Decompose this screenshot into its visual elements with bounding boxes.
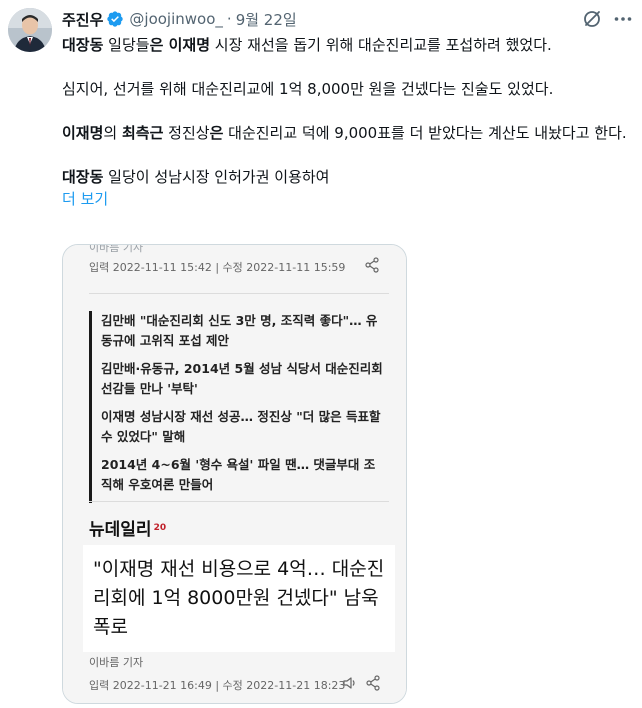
text-bold: 대장동 [62,36,104,54]
article-screenshot: 이바름 기자 입력 2022-11-11 15:42 | 수정 2022-11-… [63,244,406,703]
related-article-item[interactable]: 김만배·유동규, 2014년 5월 성남 식당서 대순진리회 선감들 만나 '부… [101,359,385,399]
tweet-media-image[interactable]: 이바름 기자 입력 2022-11-11 15:42 | 수정 2022-11-… [62,244,407,704]
reporter-bottom: 이바름 기자 [89,656,144,669]
logo-badge: 20 [153,522,167,533]
tweet-paragraph-3: 이재명의 최측근 정진상은 대순진리교 덕에 9,000표를 더 받았다는 계산… [62,122,634,144]
article-headline: "이재명 재선 비용으로 4억… 대순진리회에 1억 8000만원 건넸다" 남… [93,558,385,638]
reporter-top: 이바름 기자 [89,244,144,254]
text-span: 정진상 [163,124,210,142]
text-span: 의 [103,124,122,142]
tweet-date[interactable]: 9월 22일 [236,9,297,30]
related-article-item[interactable]: 2014년 4~6월 '형수 욕설' 파일 땐… 댓글부대 조직해 우호여론 만… [101,455,385,495]
speaker-icon [342,675,358,691]
text-span: 일당들 [103,36,150,54]
related-article-item[interactable]: 이재명 성남시장 재선 성공… 정진상 "더 많은 득표할 수 있었다" 말해 [101,407,385,447]
article-headline-box: "이재명 재선 비용으로 4억… 대순진리회에 1억 8000만원 건넸다" 남… [83,545,395,652]
more-options-icon[interactable] [612,8,634,30]
tweet-paragraph-1: 대장동 일당들은 이재명 시장 재선을 돕기 위해 대순진리교를 포섭하려 했었… [62,34,634,56]
related-articles: 김만배 "대순진리회 신도 3만 명, 조직력 좋다"… 유동규에 고위직 포섭… [89,311,385,503]
tweet-paragraph-4: 대장동 일당이 성남시장 인허가권 이용하여 [62,166,634,188]
text-bold: 이재명 [168,36,211,54]
related-article-item[interactable]: 김만배 "대순진리회 신도 3만 명, 조직력 좋다"… 유동규에 고위직 포섭… [101,311,385,351]
divider [89,501,389,502]
share-icon [365,675,381,691]
author-name[interactable]: 주진우 [62,9,103,30]
divider [89,293,389,294]
logo-text: 뉴데일리 [89,520,152,540]
author-handle[interactable]: @joojinwoo_ [129,10,223,28]
text-bold: 최측근 [121,124,164,142]
tweet-paragraph-2: 심지어, 선거를 위해 대순진리교에 1억 8,000만 원을 건넸다는 진술도… [62,80,554,98]
header-separator: · [226,10,232,28]
text-bold: 이재명 [62,124,104,142]
article-meta-top: 입력 2022-11-11 15:42 | 수정 2022-11-11 15:5… [89,261,346,274]
tweet-text: 대장동 일당들은 이재명 시장 재선을 돕기 위해 대순진리교를 포섭하려 했었… [62,34,634,210]
text-bold: 은 [149,36,169,54]
publisher-logo: 뉴데일리 20 [89,515,166,540]
text-bold: 은 [209,124,224,142]
text-span: 대순진리교 덕에 9,000표를 더 받았다는 계산도 내놨다고 한다. [223,124,627,142]
article-meta-bottom: 입력 2022-11-21 16:49 | 수정 2022-11-21 18:2… [89,679,346,692]
verified-badge-icon[interactable] [106,10,124,28]
grok-icon[interactable] [582,9,602,29]
show-more-link[interactable]: 더 보기 [62,188,108,210]
share-icon [364,257,380,273]
text-span: 시장 재선을 돕기 위해 대순진리교를 포섭하려 했었다. [210,36,552,54]
text-span: 일당이 성남시장 인허가권 이용하여 [103,168,330,186]
avatar[interactable] [8,8,52,52]
tweet-header: 주진우 @joojinwoo_ · 9월 22일 [62,8,297,30]
text-bold: 대장동 [62,168,104,186]
profile-photo [8,8,52,52]
